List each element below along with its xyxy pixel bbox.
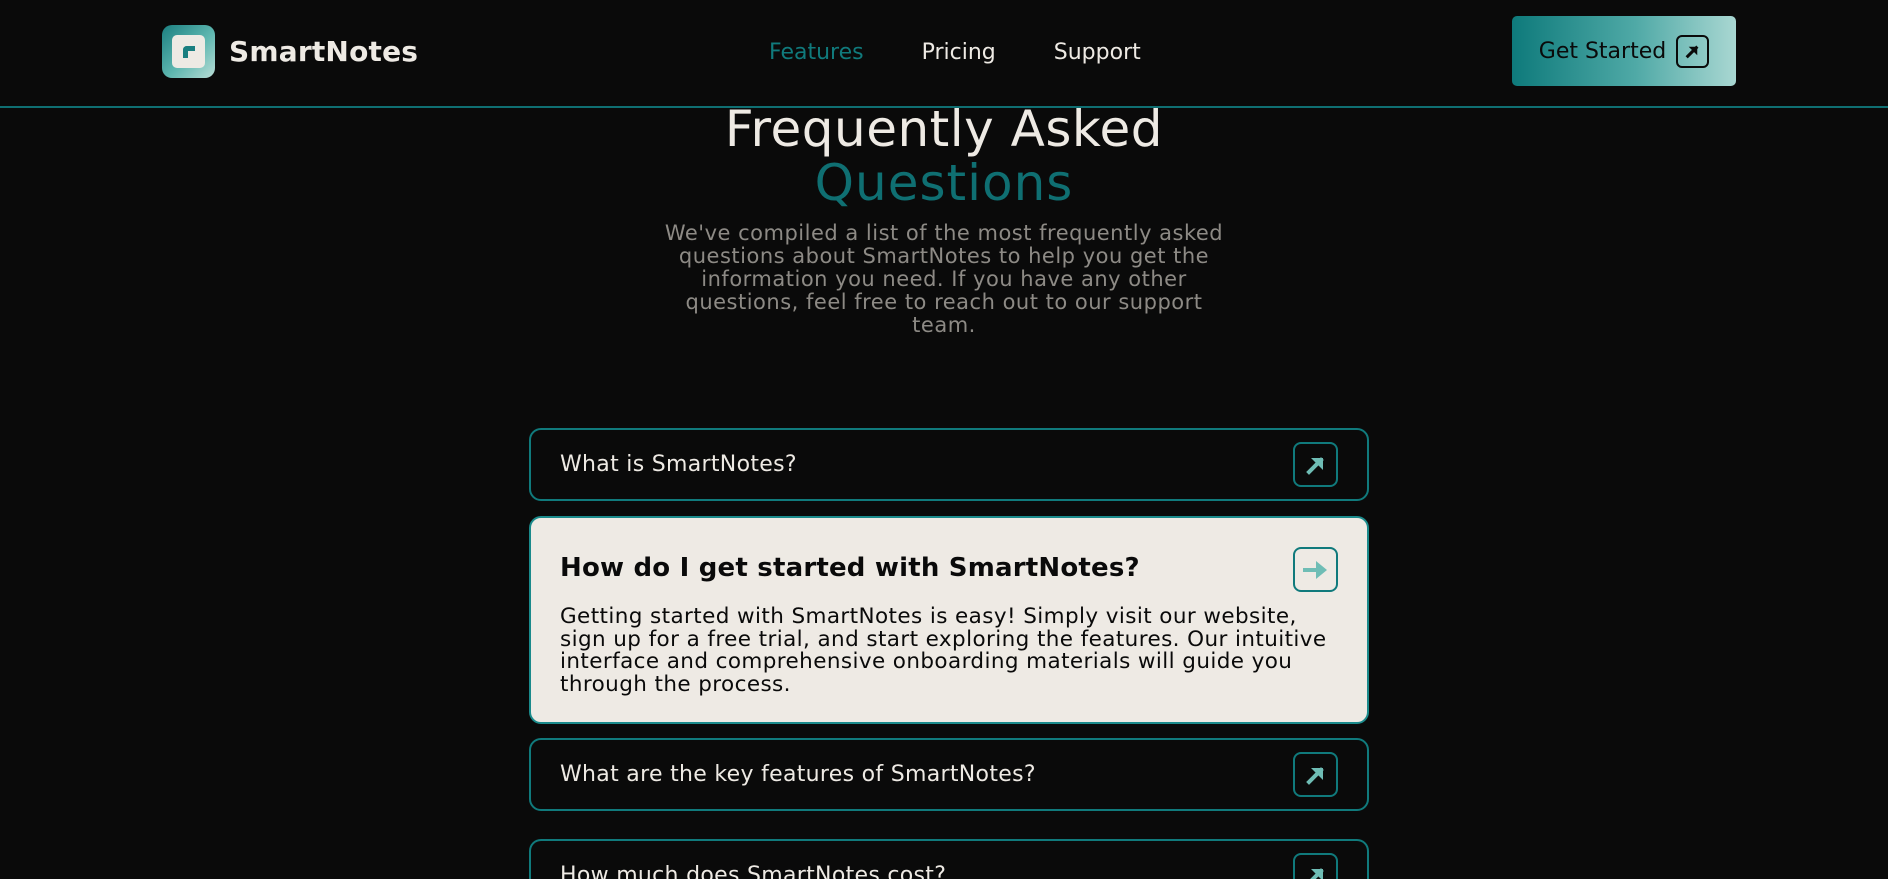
main-nav: Features Pricing Support xyxy=(769,36,1141,68)
faq-item-get-started[interactable]: How do I get started with SmartNotes? Ge… xyxy=(529,516,1369,724)
note-logo-icon xyxy=(162,24,215,78)
arrow-up-right-icon xyxy=(1676,34,1710,68)
faq-question: What are the key features of SmartNotes? xyxy=(560,762,1036,787)
arrow-up-right-icon[interactable] xyxy=(1293,442,1338,487)
faq-hero: Frequently Asked Questions We've compile… xyxy=(644,100,1244,337)
arrow-up-right-icon[interactable] xyxy=(1293,752,1338,797)
nav-item-features[interactable]: Features xyxy=(769,40,864,65)
nav-item-support[interactable]: Support xyxy=(1054,40,1141,65)
faq-item-what-is[interactable]: What is SmartNotes? xyxy=(529,428,1369,501)
faq-item-key-features[interactable]: What are the key features of SmartNotes? xyxy=(529,738,1369,811)
faq-question: How do I get started with SmartNotes? xyxy=(560,553,1140,583)
get-started-button[interactable]: Get Started xyxy=(1512,16,1736,86)
faq-answer: Getting started with SmartNotes is easy!… xyxy=(560,604,1327,697)
brand-name: SmartNotes xyxy=(229,34,419,68)
hero-description: We've compiled a list of the most freque… xyxy=(664,221,1224,337)
get-started-label: Get Started xyxy=(1538,38,1667,64)
arrow-up-right-icon[interactable] xyxy=(1293,853,1338,879)
arrow-right-icon[interactable] xyxy=(1293,547,1338,592)
faq-question: How much does SmartNotes cost? xyxy=(560,863,947,879)
faq-item-cost[interactable]: How much does SmartNotes cost? xyxy=(529,839,1369,879)
nav-item-pricing[interactable]: Pricing xyxy=(922,40,996,65)
page-title: Frequently Asked xyxy=(724,100,1164,158)
site-header: SmartNotes Features Pricing Support Get … xyxy=(0,0,1888,108)
faq-question: What is SmartNotes? xyxy=(560,452,797,477)
page-title-highlight: Questions xyxy=(814,154,1074,212)
brand[interactable]: SmartNotes xyxy=(162,24,418,78)
